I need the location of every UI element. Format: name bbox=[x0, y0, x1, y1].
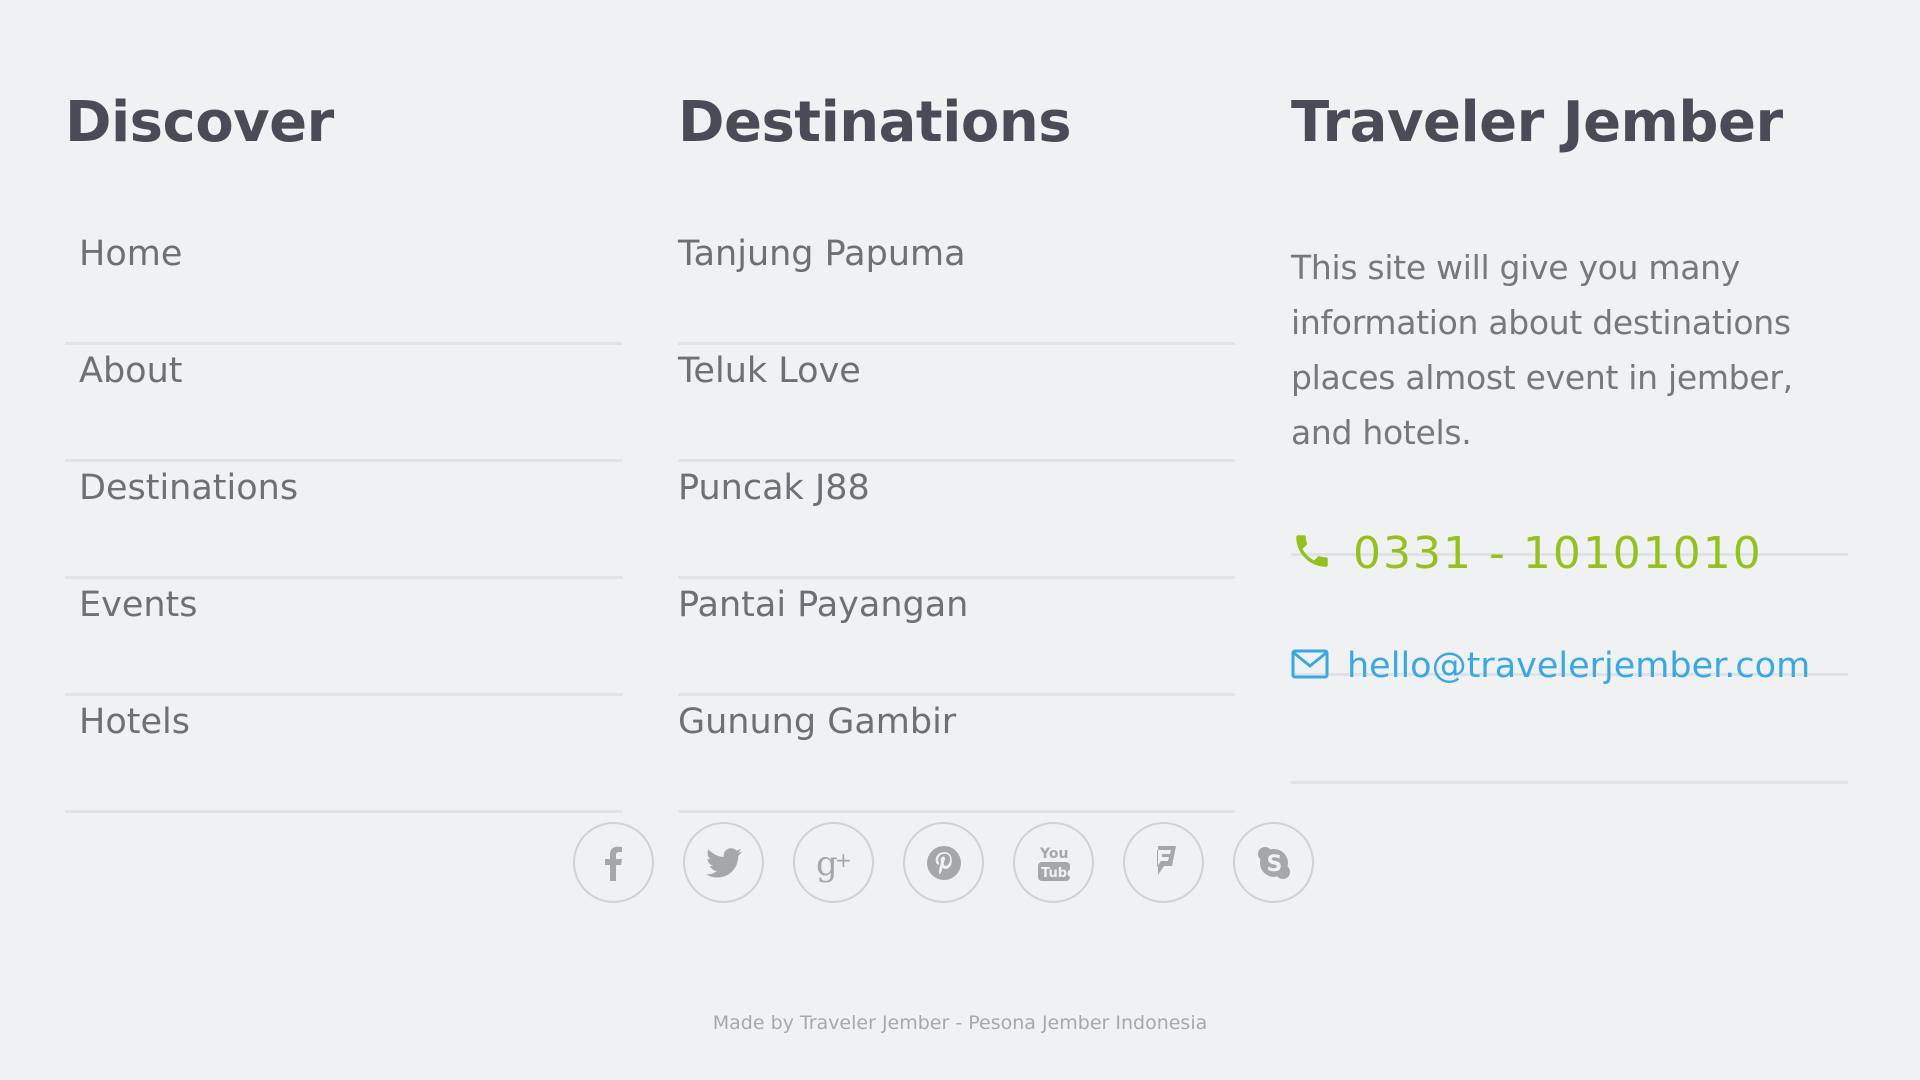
svg-text:You: You bbox=[1039, 846, 1068, 862]
list-item: Hotels bbox=[65, 696, 622, 813]
list-item: Tanjung Papuma bbox=[678, 228, 1235, 345]
email-contact: hello@travelerjember.com bbox=[1291, 646, 1810, 686]
phone-contact: 0331 - 10101010 bbox=[1291, 528, 1763, 579]
destinations-column: Destinations Tanjung Papuma Teluk Love P… bbox=[678, 88, 1235, 813]
footer-credit: Made by Traveler Jember - Pesona Jember … bbox=[712, 1012, 1208, 1034]
google-plus-button[interactable]: g + bbox=[793, 822, 874, 903]
list-item: About bbox=[65, 345, 622, 462]
google-plus-icon: g + bbox=[816, 844, 852, 883]
link-about[interactable]: About bbox=[79, 345, 182, 397]
list-item: Gunung Gambir bbox=[678, 696, 1235, 813]
divider bbox=[1291, 781, 1848, 784]
destinations-title: Destinations bbox=[678, 90, 1072, 155]
link-pantai-payangan[interactable]: Pantai Payangan bbox=[678, 579, 968, 631]
phone-icon bbox=[1291, 530, 1333, 577]
skype-button[interactable]: S bbox=[1233, 822, 1314, 903]
list-item: Puncak J88 bbox=[678, 462, 1235, 579]
discover-column: Discover Home About Destinations Events … bbox=[65, 88, 622, 813]
link-puncak-j88[interactable]: Puncak J88 bbox=[678, 462, 870, 514]
destinations-links: Tanjung Papuma Teluk Love Puncak J88 Pan… bbox=[678, 228, 1235, 813]
pinterest-button[interactable] bbox=[903, 822, 984, 903]
link-gunung-gambir[interactable]: Gunung Gambir bbox=[678, 696, 956, 748]
youtube-button[interactable]: You Tube bbox=[1013, 822, 1094, 903]
link-hotels[interactable]: Hotels bbox=[79, 696, 190, 748]
svg-text:+: + bbox=[835, 848, 852, 872]
list-item: Destinations bbox=[65, 462, 622, 579]
list-item: Pantai Payangan bbox=[678, 579, 1235, 696]
list-item: Events bbox=[65, 579, 622, 696]
pinterest-icon bbox=[926, 845, 961, 880]
foursquare-button[interactable] bbox=[1123, 822, 1204, 903]
link-destinations[interactable]: Destinations bbox=[79, 462, 298, 514]
twitter-icon bbox=[705, 847, 742, 878]
link-tanjung-papuma[interactable]: Tanjung Papuma bbox=[678, 228, 966, 280]
skype-icon: S bbox=[1257, 846, 1290, 879]
social-links: g + You Tube S bbox=[573, 822, 1314, 903]
about-description: This site will give you many information… bbox=[1291, 248, 1793, 452]
twitter-button[interactable] bbox=[683, 822, 764, 903]
phone-number[interactable]: 0331 - 10101010 bbox=[1353, 528, 1763, 579]
link-home[interactable]: Home bbox=[79, 228, 182, 280]
svg-text:Tube: Tube bbox=[1041, 866, 1072, 881]
about-column: Traveler Jember This site will give you … bbox=[1291, 88, 1848, 784]
envelope-icon bbox=[1291, 649, 1329, 684]
facebook-button[interactable] bbox=[573, 822, 654, 903]
facebook-icon bbox=[604, 846, 622, 881]
email-link[interactable]: hello@travelerjember.com bbox=[1347, 646, 1810, 686]
discover-links: Home About Destinations Events Hotels bbox=[65, 228, 622, 813]
list-item: Home bbox=[65, 228, 622, 345]
list-item: Teluk Love bbox=[678, 345, 1235, 462]
about-title: Traveler Jember bbox=[1291, 90, 1783, 155]
site-footer: Discover Home About Destinations Events … bbox=[0, 0, 1920, 1080]
link-teluk-love[interactable]: Teluk Love bbox=[678, 345, 861, 397]
svg-text:S: S bbox=[1266, 852, 1282, 877]
foursquare-icon bbox=[1151, 845, 1176, 875]
youtube-icon: You Tube bbox=[1037, 846, 1072, 881]
link-events[interactable]: Events bbox=[79, 579, 198, 631]
discover-title: Discover bbox=[65, 90, 334, 155]
